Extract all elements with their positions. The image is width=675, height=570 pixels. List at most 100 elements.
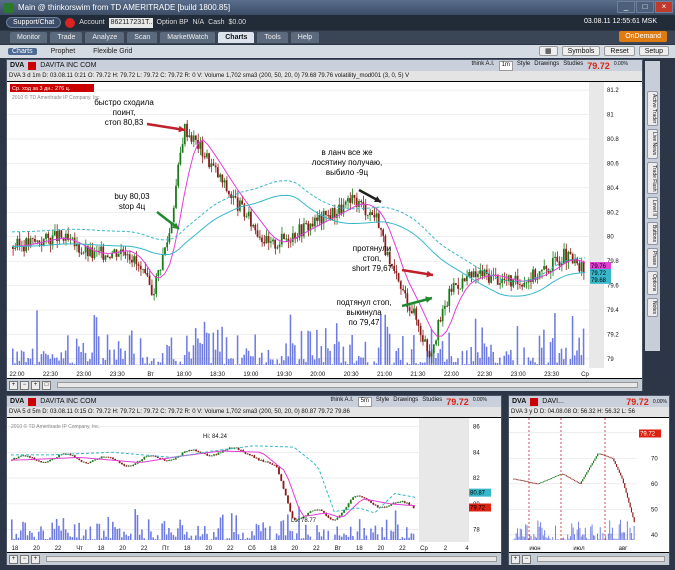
maximize-icon[interactable]: □ [636, 1, 654, 13]
main-candle [106, 255, 109, 258]
chart3-scrollbar[interactable] [537, 556, 665, 562]
main-volume-bar [221, 326, 223, 365]
chart2-canvas[interactable]: 8684828078182022Чт182022Пт182022Сб182022… [7, 418, 501, 552]
main-volume-bar [536, 364, 539, 365]
side-tab-options[interactable]: Options [647, 271, 658, 295]
company-logo-icon [530, 397, 539, 406]
main-candle [64, 233, 67, 241]
tab-tools[interactable]: Tools [257, 32, 288, 43]
account-field[interactable]: 862117231T... [108, 17, 153, 28]
window-titlebar: Main @ thinkorswim from TD AMERITRADE [b… [0, 0, 675, 15]
chart3-candle [540, 482, 542, 484]
chart2-nav: + − + [7, 553, 501, 565]
minimize-icon[interactable]: _ [617, 1, 635, 13]
drawings-button[interactable]: Drawings [534, 61, 559, 71]
main-volume-bar [576, 350, 578, 365]
main-candle [514, 275, 517, 279]
close-icon[interactable]: × [655, 1, 673, 13]
side-tab-trade-flash[interactable]: Trade Flash [647, 161, 658, 195]
y-tick-label: 80.8 [607, 137, 619, 143]
setup-button[interactable]: Setup [638, 46, 669, 56]
side-tab-level-ii[interactable]: Level II [647, 197, 658, 220]
main-volume-bar [36, 310, 38, 365]
chart3-candle [567, 476, 569, 478]
subtab-prophet[interactable]: Prophet [47, 48, 80, 55]
chart2-studies[interactable]: Studies [422, 397, 442, 407]
main-volume-bar [329, 350, 331, 365]
zoom-out-icon[interactable]: − [20, 554, 29, 564]
main-volume-bar [62, 358, 65, 365]
chart3-volume-bar [564, 539, 566, 540]
main-candle [60, 230, 63, 238]
pan-icon[interactable]: + [9, 380, 18, 390]
tab-marketwatch[interactable]: MarketWatch [160, 32, 216, 43]
main-candle [521, 284, 523, 287]
side-tab-notes[interactable]: Notes [647, 297, 658, 317]
chart2-candle [168, 460, 170, 461]
main-volume-bar [331, 364, 334, 365]
tab-analyze[interactable]: Analyze [85, 32, 125, 43]
main-volume-bar [287, 356, 290, 365]
tab-trade[interactable]: Trade [50, 32, 83, 43]
zoom-in-icon[interactable]: + [31, 554, 40, 564]
main-candle [366, 215, 369, 216]
chart3-canvas[interactable]: 8070605040июниюлавг79.72 [509, 418, 669, 552]
chart3-nav: + − [509, 553, 669, 565]
chart2-candle [320, 509, 323, 511]
main-volume-bar [360, 357, 362, 365]
ondemand-button[interactable]: OnDemand [619, 31, 667, 42]
pan-icon[interactable]: + [9, 554, 18, 564]
chart2-candle [134, 463, 137, 465]
main-volume-bar [291, 343, 294, 365]
chart3-volume-bar [571, 523, 573, 540]
tab-help[interactable]: Help [290, 32, 320, 43]
zoom-out-icon[interactable]: − [522, 554, 531, 564]
main-candle [58, 230, 61, 242]
chart2-volume-bar [147, 519, 150, 540]
chart3-volume-bar [557, 539, 559, 540]
zoom-box-icon[interactable]: □ [42, 380, 51, 390]
symbols-button[interactable]: Symbols [561, 46, 601, 56]
grid-layout-icon[interactable]: ▦ [538, 46, 558, 56]
chart2-period[interactable]: 5m [357, 396, 372, 407]
side-tab-live-news[interactable]: Live News [647, 129, 658, 159]
tab-scan[interactable]: Scan [127, 32, 158, 43]
reset-button[interactable]: Reset [604, 46, 635, 56]
horizontal-scrollbar[interactable] [57, 382, 638, 388]
think-ai-button[interactable]: think A.I. [472, 61, 495, 71]
subtab-flexible-grid[interactable]: Flexible Grid [89, 48, 136, 55]
chart3-candle [628, 497, 630, 503]
chart2-style[interactable]: Style [376, 397, 389, 407]
chart2-candle [322, 510, 325, 513]
pan-icon[interactable]: + [511, 554, 520, 564]
chart2-candle [69, 453, 72, 456]
period-selector[interactable]: 1m [498, 60, 513, 71]
side-tab-phase[interactable]: Phase [647, 248, 658, 269]
chart2-scrollbar[interactable] [46, 556, 497, 562]
studies-button[interactable]: Studies [563, 61, 583, 71]
chart3-symbol[interactable]: DVA [512, 398, 526, 405]
symbol-field[interactable]: DVA [10, 62, 24, 69]
alert-icon[interactable] [65, 17, 76, 28]
side-tab-buttons[interactable]: Buttons [647, 222, 658, 246]
tab-charts[interactable]: Charts [218, 32, 255, 43]
main-volume-bar [289, 314, 292, 365]
chart2-candle [120, 462, 123, 465]
main-candle [71, 237, 74, 239]
zoom-in-icon[interactable]: + [31, 380, 40, 390]
tab-monitor[interactable]: Monitor [10, 32, 48, 43]
chart2-volume-bar [262, 522, 264, 540]
chart2-drawings[interactable]: Drawings [393, 397, 418, 407]
zoom-out-icon[interactable]: − [20, 380, 29, 390]
x-tick-label: 22:00 [9, 372, 25, 378]
chart3-candle [609, 456, 611, 458]
chart2-think-ai[interactable]: think A.I. [331, 397, 354, 407]
support-chat-button[interactable]: Support/Chat [6, 17, 62, 28]
subtab-charts[interactable]: Charts [8, 48, 37, 55]
side-tab-active-trader[interactable]: Active Trader [647, 91, 658, 127]
main-volume-bar [16, 351, 18, 365]
chart2-symbol[interactable]: DVA [10, 398, 24, 405]
main-volume-bar [507, 354, 510, 365]
style-button[interactable]: Style [517, 61, 530, 71]
main-candle [168, 233, 171, 243]
